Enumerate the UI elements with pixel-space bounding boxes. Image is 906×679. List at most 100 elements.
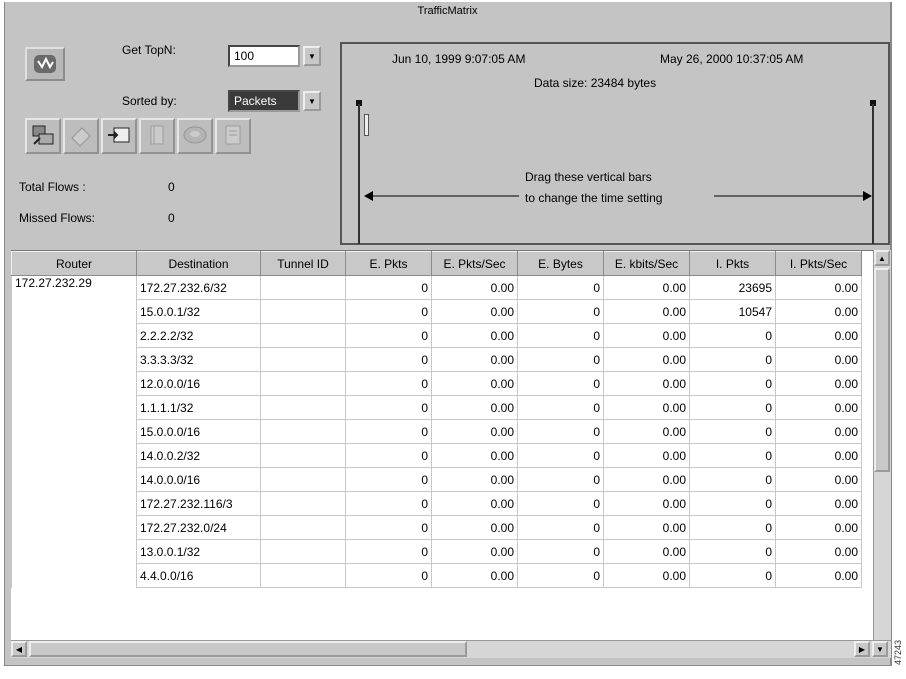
book-button[interactable] [139,118,175,154]
tunnel-id-cell [260,539,346,564]
tunnel-id-cell [260,299,346,324]
start-time-bar[interactable] [358,104,360,244]
table-row[interactable]: 172.27.232.29 172.27.232.6/32 0 0.00 0 0.00 23… [11,275,862,588]
value-cell: 0 [345,443,432,468]
start-marker [364,114,369,136]
end-time-bar[interactable] [872,104,874,244]
data-size: Data size: 23484 bytes [534,76,657,90]
sorted-by-select[interactable]: Packets [228,90,300,112]
chevron-down-icon[interactable]: ▼ [303,46,321,66]
table-row[interactable]: 13.0.0.1/32 0 0.00 0 0.00 0 0.00 [12,539,862,564]
table-row[interactable]: 172.27.232.116/3 0 0.00 0 0.00 0 0.00 [12,491,862,516]
table-row[interactable]: 15.0.0.0/16 0 0.00 0 0.00 0 0.00 [12,419,862,444]
value-cell: 0.00 [431,395,518,420]
value-cell: 0.00 [775,443,862,468]
value-cell: 0 [517,491,604,516]
value-cell: 0 [689,539,776,564]
disk-button[interactable] [177,118,213,154]
column-header[interactable]: I. Pkts [689,251,776,276]
scroll-left-icon[interactable]: ◀ [11,641,27,657]
flow-tool-icon [30,122,56,151]
column-header[interactable]: E. Bytes [517,251,604,276]
value-cell: 0 [517,275,604,300]
horizontal-scrollbar[interactable]: ◀ ▶ ▼ [11,640,891,658]
table-row[interactable]: 3.3.3.3/32 0 0.00 0 0.00 0 0.00 [12,347,862,372]
value-cell: 0 [345,515,432,540]
double-arrow-icon [364,191,872,201]
table-row[interactable]: 2.2.2.2/32 0 0.00 0 0.00 0 0.00 [12,323,862,348]
column-header[interactable]: Router [11,251,137,276]
total-flows-label: Total Flows : [19,180,86,194]
table-row[interactable]: 12.0.0.0/16 0 0.00 0 0.00 0 0.00 [12,371,862,396]
tunnel-id-cell [260,467,346,492]
missed-flows-label: Missed Flows: [19,211,96,225]
value-cell: 0.00 [431,299,518,324]
scroll-down-icon[interactable]: ▼ [872,641,888,657]
scroll-up-icon[interactable]: ▲ [874,250,890,266]
end-time: May 26, 2000 10:37:05 AM [660,52,804,66]
vertical-scrollbar[interactable]: ▲ [873,250,891,640]
value-cell: 0.00 [431,275,518,300]
column-header[interactable]: Destination [136,251,261,276]
traffic-matrix-window: TrafficMatrix Get TopN: 100 ▼ Sorted by:… [4,2,892,666]
book-icon [144,122,170,151]
value-cell: 0.00 [603,467,690,492]
value-cell: 0 [345,371,432,396]
table-header: Router Destination Tunnel ID E. Pkts E. Pkts… [11,251,862,276]
export-button[interactable] [101,118,137,154]
column-header[interactable]: E. kbits/Sec [603,251,690,276]
value-cell: 0 [517,539,604,564]
value-cell: 0.00 [603,443,690,468]
value-cell: 0.00 [603,539,690,564]
value-cell: 0 [689,443,776,468]
document-button[interactable] [215,118,251,154]
value-cell: 0.00 [431,515,518,540]
traffic-matrix-logo-icon[interactable] [25,47,65,81]
chevron-down-icon[interactable]: ▼ [303,91,321,111]
destination-cell: 14.0.0.2/32 [136,443,261,468]
column-header[interactable]: Tunnel ID [260,251,346,276]
column-header[interactable]: E. Pkts [345,251,432,276]
destination-cell: 4.4.0.0/16 [136,563,261,588]
value-cell: 0 [345,491,432,516]
destination-cell: 15.0.0.0/16 [136,419,261,444]
time-range-panel: Jun 10, 1999 9:07:05 AM May 26, 2000 10:… [340,42,890,245]
value-cell: 0.00 [775,395,862,420]
eraser-button[interactable] [63,118,99,154]
destination-cell: 15.0.0.1/32 [136,299,261,324]
value-cell: 23695 [689,275,776,300]
value-cell: 0.00 [431,491,518,516]
horizontal-scroll-thumb[interactable] [29,641,467,657]
table-row[interactable]: 14.0.0.2/32 0 0.00 0 0.00 0 0.00 [12,443,862,468]
get-topn-select[interactable]: 100 [228,45,300,67]
table-row[interactable]: 172.27.232.0/24 0 0.00 0 0.00 0 0.00 [12,515,862,540]
destination-cell: 172.27.232.6/32 [136,275,261,300]
table-row[interactable]: 15.0.0.1/32 0 0.00 0 0.00 10547 0.00 [12,299,862,324]
table-row[interactable]: 4.4.0.0/16 0 0.00 0 0.00 0 0.00 [12,563,862,588]
tunnel-id-cell [260,491,346,516]
sorted-by-label: Sorted by: [122,94,177,108]
scroll-right-icon[interactable]: ▶ [854,641,870,657]
column-header[interactable]: E. Pkts/Sec [431,251,518,276]
flow-tool-button[interactable] [25,118,61,154]
value-cell: 0 [345,395,432,420]
table-row[interactable]: 1.1.1.1/32 0 0.00 0 0.00 0 0.00 [12,395,862,420]
column-header[interactable]: I. Pkts/Sec [775,251,862,276]
value-cell: 0.00 [603,395,690,420]
table-row[interactable]: 14.0.0.0/16 0 0.00 0 0.00 0 0.00 [12,467,862,492]
value-cell: 0 [345,563,432,588]
export-icon [106,122,132,151]
value-cell: 0.00 [603,563,690,588]
value-cell: 0.00 [775,563,862,588]
vertical-scroll-thumb[interactable] [874,268,890,472]
value-cell: 0.00 [431,443,518,468]
value-cell: 0 [689,323,776,348]
value-cell: 0 [517,563,604,588]
tunnel-id-cell [260,515,346,540]
value-cell: 0 [345,467,432,492]
value-cell: 0.00 [775,467,862,492]
value-cell: 0.00 [431,347,518,372]
value-cell: 0 [689,563,776,588]
tunnel-id-cell [260,323,346,348]
value-cell: 0.00 [431,467,518,492]
